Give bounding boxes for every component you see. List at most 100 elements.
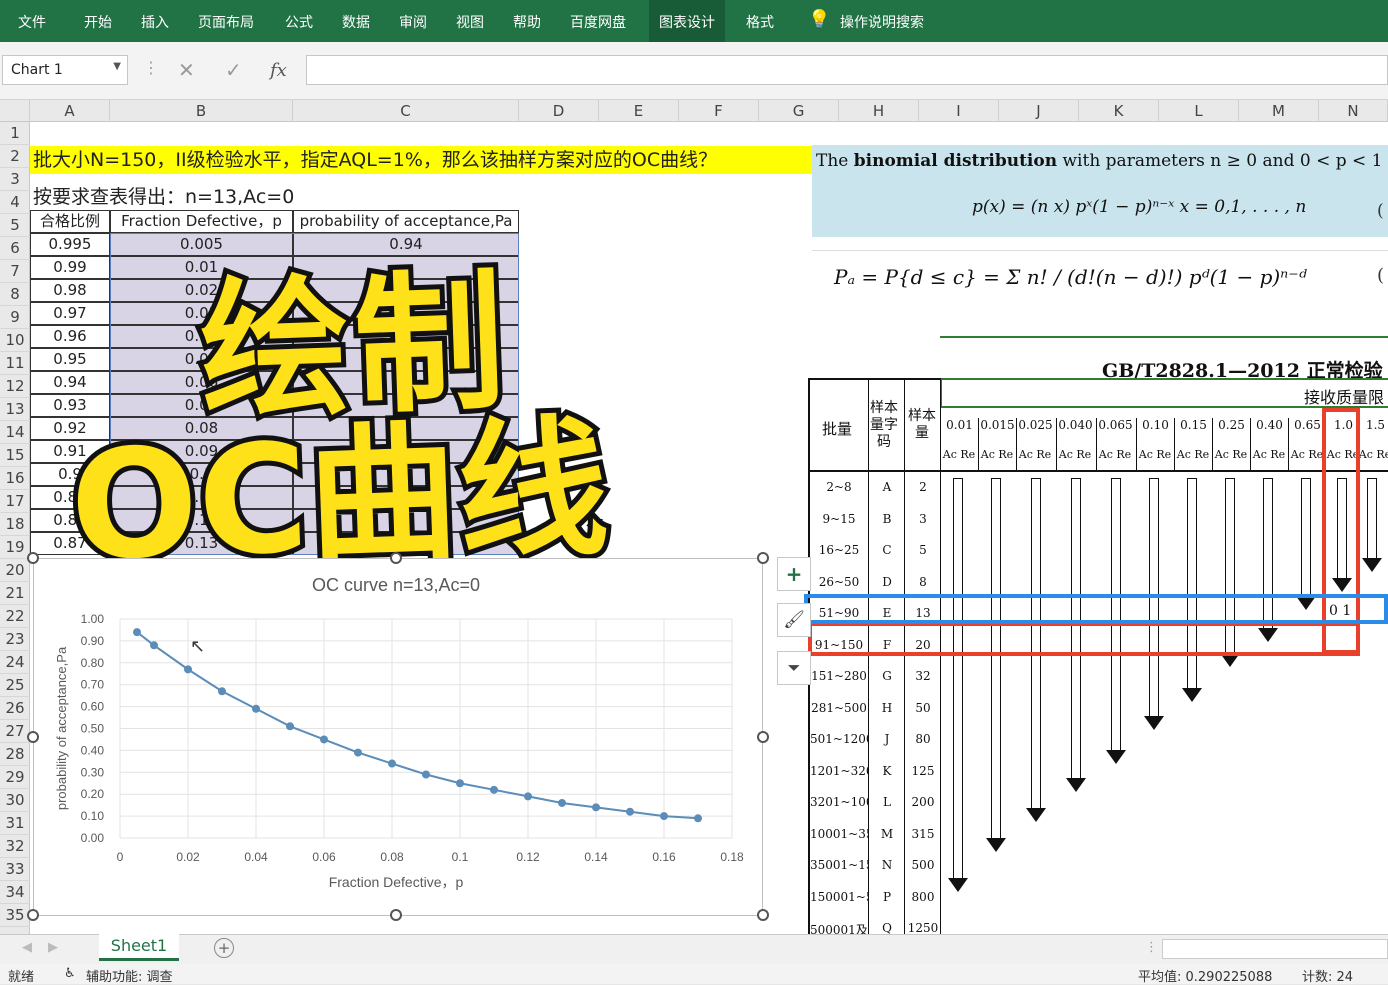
data-point[interactable] [694,814,702,823]
table-cell[interactable]: 0.96 [30,325,110,348]
data-point[interactable] [354,748,362,757]
chart-elements-plus-icon[interactable]: + [777,557,811,591]
row-header[interactable]: 13 [0,398,30,421]
data-point[interactable] [252,704,260,713]
table-cell[interactable]: 0.98 [30,279,110,302]
row-header[interactable]: 10 [0,329,30,352]
table-cell[interactable]: 0.95 [30,348,110,371]
tell-me-search[interactable]: 操作说明搜索 [840,12,924,32]
table-cell[interactable]: 0.99 [30,256,110,279]
tab-baidu-netdisk[interactable]: 百度网盘 [570,12,626,32]
tab-data[interactable]: 数据 [342,12,370,32]
splitter-dots-icon[interactable]: ⋮ [1145,940,1158,955]
resize-handle-bl[interactable] [27,909,39,921]
tab-chart-design[interactable]: 图表设计 [649,0,725,42]
col-header-d[interactable]: D [519,100,599,122]
scroll-right-icon[interactable]: ▶ [48,940,58,955]
row-header[interactable]: 5 [0,214,30,237]
horizontal-scrollbar[interactable] [1162,939,1388,959]
row-header[interactable]: 1 [0,122,30,145]
chart-styles-brush-icon[interactable]: 🖌 [777,603,811,637]
resize-handle-l[interactable] [27,731,39,743]
row-header[interactable]: 9 [0,306,30,329]
row-header[interactable]: 11 [0,352,30,375]
row-header[interactable]: 6 [0,237,30,260]
question-cell[interactable]: 批大小N=150，II级检验水平，指定AQL=1%，那么该抽样方案对应的OC曲线… [30,146,838,174]
resize-handle-tr[interactable] [757,552,769,564]
col-header-l[interactable]: L [1159,100,1239,122]
tab-format[interactable]: 格式 [746,12,774,32]
row-header[interactable]: 15 [0,444,30,467]
data-point[interactable] [626,807,634,816]
sheet-tab-sheet1[interactable]: Sheet1 [99,934,179,961]
row-header[interactable]: 28 [0,743,30,766]
row-header[interactable]: 16 [0,467,30,490]
header-pass-ratio[interactable]: 合格比例 [30,210,110,233]
data-point[interactable] [422,770,430,779]
tab-insert[interactable]: 插入 [141,12,169,32]
tab-formulas[interactable]: 公式 [285,12,313,32]
row-header[interactable]: 2 [0,145,30,168]
row-header[interactable]: 24 [0,651,30,674]
scroll-left-icon[interactable]: ◀ [22,940,32,955]
formula-input[interactable] [306,55,1388,85]
col-header-b[interactable]: B [110,100,293,122]
name-box[interactable]: Chart 1 ▼ [2,55,128,85]
row-header[interactable]: 29 [0,766,30,789]
row-header[interactable]: 4 [0,191,30,214]
select-all-corner[interactable] [0,100,30,122]
row-header[interactable]: 18 [0,513,30,536]
row-header[interactable]: 14 [0,421,30,444]
resize-handle-b[interactable] [390,909,402,921]
enter-icon[interactable]: ✓ [225,58,242,82]
data-point[interactable] [660,812,668,821]
data-point[interactable] [524,792,532,801]
col-header-g[interactable]: G [759,100,839,122]
col-header-e[interactable]: E [599,100,679,122]
chart-filters-funnel-icon[interactable]: ⏷ [777,651,811,685]
resize-handle-t[interactable] [390,552,402,564]
row-header[interactable]: 8 [0,283,30,306]
data-point[interactable] [320,735,328,744]
col-header-f[interactable]: F [679,100,759,122]
resize-handle-r[interactable] [757,731,769,743]
tab-home[interactable]: 开始 [84,12,112,32]
data-point[interactable] [184,665,192,674]
row-header[interactable]: 27 [0,720,30,743]
row-header[interactable]: 12 [0,375,30,398]
table-cell[interactable]: 0.995 [30,233,110,256]
row-header[interactable]: 35 [0,904,30,927]
row-header[interactable]: 31 [0,812,30,835]
row-header[interactable]: 7 [0,260,30,283]
data-point[interactable] [388,759,396,768]
row-header[interactable]: 20 [0,559,30,582]
chevron-down-icon[interactable]: ▼ [113,61,121,72]
data-point[interactable] [286,722,294,731]
col-header-n[interactable]: N [1319,100,1388,122]
data-point[interactable] [456,779,464,788]
insert-function-button[interactable]: fx [270,60,287,81]
data-point[interactable] [490,785,498,794]
resize-handle-tl[interactable] [27,552,39,564]
row-header[interactable]: 33 [0,858,30,881]
table-cell[interactable]: 0.97 [30,302,110,325]
row-header[interactable]: 3 [0,168,30,191]
data-point[interactable] [592,803,600,812]
row-header[interactable]: 23 [0,628,30,651]
col-header-j[interactable]: J [999,100,1079,122]
row-header[interactable]: 25 [0,674,30,697]
data-point[interactable] [218,687,226,696]
tab-page-layout[interactable]: 页面布局 [198,12,254,32]
tab-view[interactable]: 视图 [456,12,484,32]
col-header-c[interactable]: C [293,100,519,122]
row-header[interactable]: 22 [0,605,30,628]
row-header[interactable]: 30 [0,789,30,812]
row-header[interactable]: 17 [0,490,30,513]
cancel-icon[interactable]: ✕ [178,58,195,82]
data-point[interactable] [133,628,141,637]
col-header-m[interactable]: M [1239,100,1319,122]
row-header[interactable]: 32 [0,835,30,858]
col-header-k[interactable]: K [1079,100,1159,122]
data-point[interactable] [150,641,158,650]
row-header[interactable]: 21 [0,582,30,605]
